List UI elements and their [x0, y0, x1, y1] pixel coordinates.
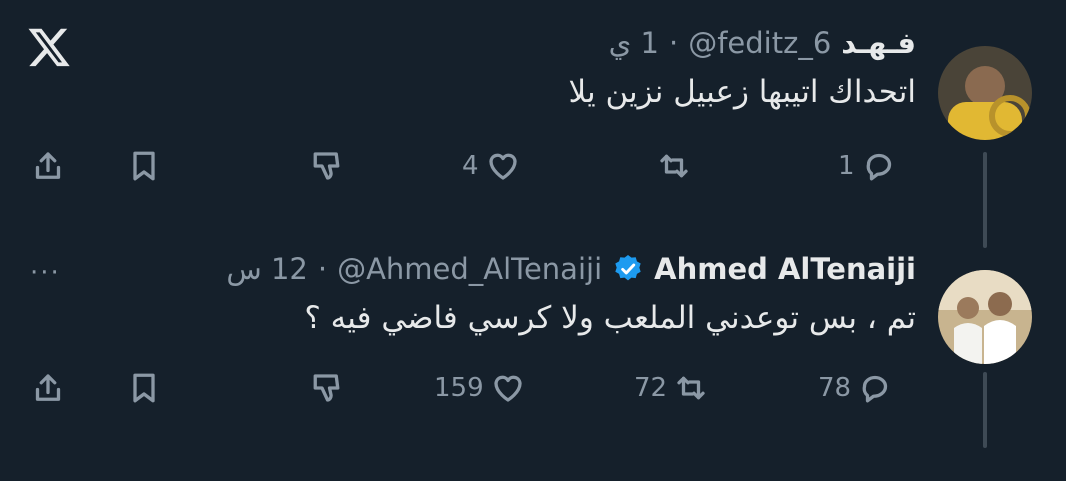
separator-dot: ·	[669, 26, 679, 60]
tweet-text: اتحداك اتيبها زعبيل نزين يلا	[568, 74, 916, 110]
repost-icon	[660, 154, 688, 178]
bookmark-icon	[133, 373, 155, 403]
verified-badge-icon	[615, 255, 641, 281]
thread-connector-line	[983, 152, 987, 248]
like-button[interactable]: 4	[462, 148, 521, 184]
timestamp[interactable]: 1 ي	[609, 26, 659, 60]
display-name[interactable]: فـهـد	[841, 26, 916, 60]
bookmark-icon	[133, 151, 155, 181]
separator-dot: ·	[317, 252, 328, 286]
reply-button[interactable]: 1	[838, 148, 897, 184]
thread-connector-line	[983, 372, 987, 448]
avatar[interactable]	[938, 46, 1032, 140]
tweet-1[interactable]: فـهـد @feditz_6 · 1 ي اتحداك اتيبها زعبي…	[568, 26, 916, 110]
share-icon	[35, 374, 61, 401]
reply-button[interactable]: 78	[818, 370, 893, 406]
tweet-header: Ahmed AlTenaiji @Ahmed_AlTenaiji · 12 س	[226, 252, 916, 286]
downvote-button[interactable]	[310, 148, 346, 184]
bookmark-button[interactable]	[126, 148, 162, 184]
share-button[interactable]	[30, 148, 66, 184]
tweet-actions: 4 1	[30, 148, 906, 188]
like-button[interactable]: 159	[434, 370, 526, 406]
repost-icon	[677, 376, 705, 400]
share-icon	[35, 152, 61, 179]
repost-count: 72	[634, 373, 668, 403]
like-count: 4	[462, 151, 479, 181]
reply-count: 1	[838, 151, 855, 181]
thumb-down-icon	[313, 374, 340, 402]
tweet-2[interactable]: Ahmed AlTenaiji @Ahmed_AlTenaiji · 12 س …	[226, 252, 916, 336]
repost-button[interactable]	[650, 148, 692, 184]
tweet-actions: 159 72 78	[30, 370, 906, 410]
timestamp[interactable]: 12 س	[226, 252, 308, 286]
user-handle[interactable]: @feditz_6	[688, 26, 831, 60]
x-logo-icon[interactable]	[26, 24, 72, 70]
heart-icon	[488, 153, 517, 180]
share-button[interactable]	[30, 370, 66, 406]
downvote-button[interactable]	[310, 370, 346, 406]
tweet-header: فـهـد @feditz_6 · 1 ي	[568, 26, 916, 60]
avatar[interactable]	[938, 270, 1032, 364]
thumb-down-icon	[313, 152, 340, 180]
heart-icon	[493, 375, 522, 402]
display-name[interactable]: Ahmed AlTenaiji	[654, 252, 916, 286]
reply-count: 78	[818, 373, 852, 403]
repost-button[interactable]: 72	[634, 370, 709, 406]
user-handle[interactable]: @Ahmed_AlTenaiji	[337, 252, 602, 286]
like-count: 159	[434, 373, 484, 403]
more-options-button[interactable]: ···	[30, 258, 61, 288]
bookmark-button[interactable]	[126, 370, 162, 406]
tweet-text: تم ، بس توعدني الملعب ولا كرسي فاضي فيه …	[304, 300, 916, 336]
reply-icon	[862, 375, 888, 403]
reply-icon	[866, 153, 891, 181]
